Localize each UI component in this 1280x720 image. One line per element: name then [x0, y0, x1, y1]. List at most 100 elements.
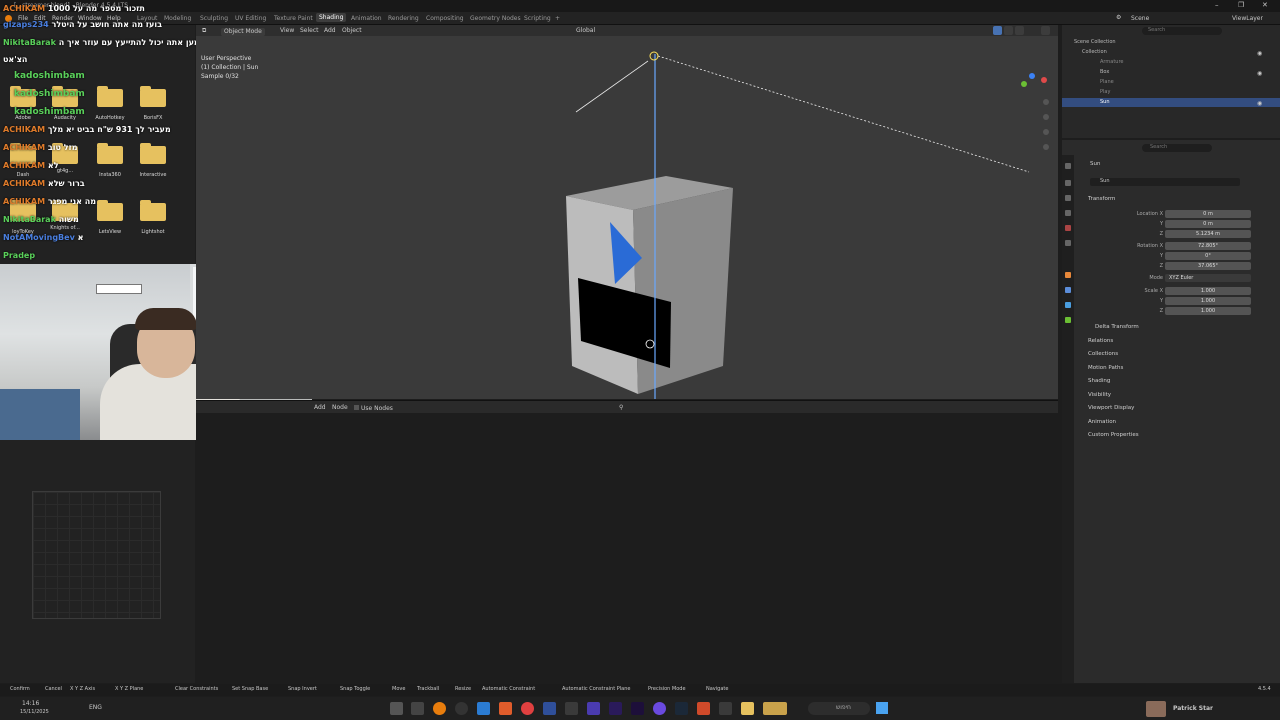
visibility-panel[interactable]: Visibility — [1088, 392, 1111, 398]
use-nodes-checkbox[interactable]: Use Nodes — [354, 405, 393, 412]
collection-tab-icon[interactable] — [1065, 240, 1071, 246]
location-x-field[interactable]: 0 m — [1165, 210, 1251, 218]
taskbar-search-input[interactable]: חיפוש — [808, 702, 870, 715]
folder-icon[interactable] — [140, 143, 166, 164]
avatar[interactable] — [1146, 701, 1166, 717]
viewport-menu-add[interactable]: Add — [324, 28, 336, 34]
language-indicator[interactable]: ENG — [89, 705, 102, 711]
scene-selector[interactable]: Scene — [1131, 16, 1149, 22]
vscode-app-icon[interactable] — [477, 702, 490, 715]
outliner-row-play[interactable]: Play — [1100, 88, 1110, 97]
tab-rendering[interactable]: Rendering — [388, 15, 419, 22]
collections-panel[interactable]: Collections — [1088, 351, 1118, 357]
minimize-button[interactable]: – — [1215, 2, 1219, 9]
animation-panel[interactable]: Animation — [1088, 419, 1116, 425]
outliner-row-scene-collection[interactable]: Scene Collection — [1074, 38, 1116, 47]
scale-y-field[interactable]: 1.000 — [1165, 297, 1251, 305]
outliner-row-box[interactable]: Box — [1100, 68, 1109, 77]
app-icon[interactable] — [763, 702, 787, 715]
app-icon[interactable] — [587, 702, 600, 715]
image-editor-canvas[interactable] — [32, 491, 161, 619]
properties-search-input[interactable]: Search — [1142, 144, 1212, 152]
tab-scripting[interactable]: Scripting — [524, 15, 551, 22]
file-explorer-icon[interactable] — [741, 702, 754, 715]
object-name-field[interactable]: Sun — [1090, 178, 1240, 186]
add-workspace-icon[interactable]: + — [555, 15, 560, 22]
delta-transform-panel[interactable]: Delta Transform — [1095, 324, 1139, 330]
windows-start-icon[interactable] — [876, 702, 888, 714]
camera-view-icon[interactable] — [1043, 129, 1049, 135]
after-effects-app-icon[interactable] — [631, 702, 644, 715]
object-tab-icon[interactable] — [1065, 272, 1071, 278]
transform-panel-header[interactable]: Transform — [1088, 196, 1115, 202]
zoom-icon[interactable] — [1043, 99, 1049, 105]
scale-z-field[interactable]: 1.000 — [1165, 307, 1251, 315]
scene-tab-icon[interactable] — [1065, 210, 1071, 216]
tool-tab-icon[interactable] — [1065, 163, 1071, 169]
steam-app-icon[interactable] — [675, 702, 688, 715]
close-button[interactable]: ✕ — [1262, 2, 1268, 9]
obs-app-icon[interactable] — [455, 702, 468, 715]
task-view-icon[interactable] — [390, 702, 403, 715]
folder-icon[interactable] — [97, 86, 123, 107]
chrome-app-icon[interactable] — [521, 702, 534, 715]
toggle-sidebar-icon[interactable] — [1041, 26, 1050, 35]
sun-light-icon[interactable] — [649, 51, 659, 61]
data-tab-icon[interactable] — [1065, 317, 1071, 323]
viewport-menu-select[interactable]: Select — [300, 28, 319, 34]
app-icon[interactable] — [653, 702, 666, 715]
shading-panel[interactable]: Shading — [1088, 378, 1110, 384]
outliner-row-plane[interactable]: Plane — [1100, 78, 1114, 87]
editor-type-icon[interactable]: ⧉ — [202, 28, 206, 34]
brave-app-icon[interactable] — [697, 702, 710, 715]
ortho-toggle-icon[interactable] — [1043, 144, 1049, 150]
tab-modeling[interactable]: Modeling — [164, 15, 191, 22]
app-icon[interactable] — [565, 702, 578, 715]
node-editor[interactable] — [196, 413, 1058, 683]
app-icon[interactable] — [411, 702, 424, 715]
viewlayer-selector[interactable]: ViewLayer — [1232, 16, 1263, 22]
folder-icon[interactable] — [140, 86, 166, 107]
visibility-eye-icon[interactable]: ◉ — [1257, 101, 1262, 107]
visibility-eye-icon[interactable]: ◉ — [1257, 51, 1262, 57]
viewport-menu-object[interactable]: Object — [342, 28, 362, 34]
node-menu-add[interactable]: Add — [314, 405, 326, 411]
pin-icon[interactable]: ⚲ — [619, 405, 623, 411]
custom-properties-panel[interactable]: Custom Properties — [1088, 432, 1139, 438]
gizmo-y-icon[interactable] — [1021, 81, 1027, 87]
rotation-z-field[interactable]: 37.065° — [1165, 262, 1251, 270]
relations-panel[interactable]: Relations — [1088, 338, 1113, 344]
blender-app-icon[interactable] — [433, 702, 446, 715]
tab-animation[interactable]: Animation — [351, 15, 382, 22]
constraints-tab-icon[interactable] — [1065, 302, 1071, 308]
solid-shading-icon[interactable] — [993, 26, 1002, 35]
tab-compositing[interactable]: Compositing — [426, 15, 464, 22]
outliner-search-input[interactable]: Search — [1142, 27, 1222, 35]
premiere-app-icon[interactable] — [609, 702, 622, 715]
visibility-eye-icon[interactable]: ◉ — [1257, 71, 1262, 77]
rotation-y-field[interactable]: 0° — [1165, 252, 1251, 260]
tab-uv-editing[interactable]: UV Editing — [235, 15, 266, 22]
folder-icon[interactable] — [97, 143, 123, 164]
tab-shading[interactable]: Shading — [316, 13, 347, 22]
folder-icon[interactable] — [97, 200, 123, 221]
tab-sculpting[interactable]: Sculpting — [200, 15, 228, 22]
render-tab-icon[interactable] — [1065, 180, 1071, 186]
outliner-row-collection[interactable]: Collection — [1082, 48, 1107, 57]
app-icon[interactable] — [499, 702, 512, 715]
output-tab-icon[interactable] — [1065, 195, 1071, 201]
app-icon[interactable] — [719, 702, 732, 715]
folder-icon[interactable] — [140, 200, 166, 221]
maximize-button[interactable]: ❐ — [1238, 2, 1244, 9]
rotation-mode-select[interactable]: XYZ Euler — [1165, 274, 1251, 282]
viewport-menu-view[interactable]: View — [280, 28, 294, 34]
scale-x-field[interactable]: 1.000 — [1165, 287, 1251, 295]
tab-texture-paint[interactable]: Texture Paint — [274, 15, 313, 22]
motion-paths-panel[interactable]: Motion Paths — [1088, 365, 1123, 371]
gizmo-z-icon[interactable] — [1029, 73, 1035, 79]
tab-geometry-nodes[interactable]: Geometry Nodes — [470, 15, 521, 22]
orientation-selector[interactable]: Global — [576, 28, 595, 34]
location-y-field[interactable]: 0 m — [1165, 220, 1251, 228]
app-icon[interactable] — [543, 702, 556, 715]
node-menu-node[interactable]: Node — [332, 405, 348, 411]
